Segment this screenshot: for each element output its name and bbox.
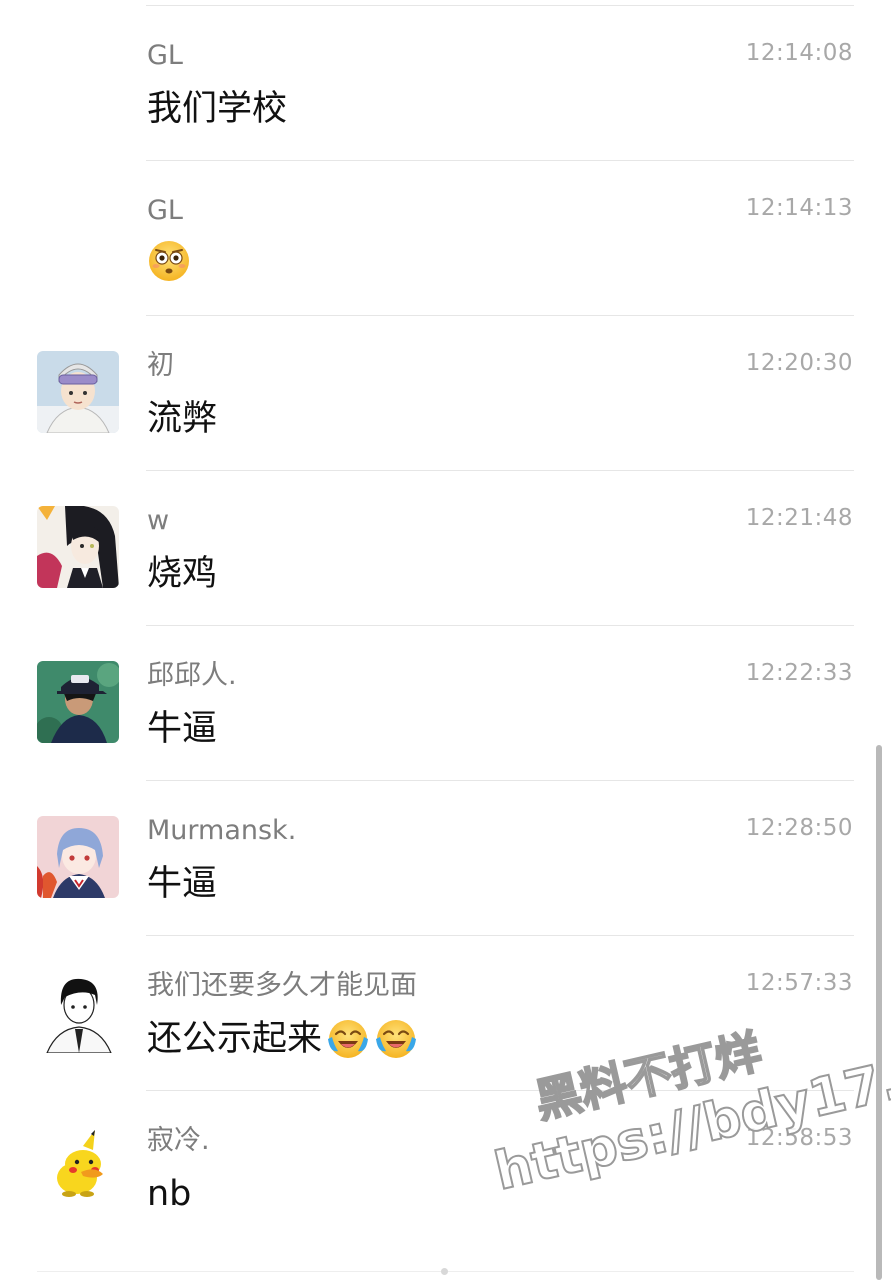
avatar[interactable]: [37, 1126, 119, 1208]
message-time: 12:14:08: [745, 40, 853, 66]
message-row[interactable]: 我们还要多久才能见面 12:57:33 还公示起来: [0, 936, 891, 1091]
avatar[interactable]: [37, 971, 119, 1053]
message-row[interactable]: w 12:21:48 烧鸡: [0, 471, 891, 626]
message-row[interactable]: 寂冷. 12:58:53 nb: [0, 1091, 891, 1246]
sender-name[interactable]: 邱邱人.: [147, 659, 237, 693]
message-text: 牛逼: [147, 864, 218, 904]
message-time: 12:14:13: [745, 195, 853, 221]
sender-name[interactable]: 初: [147, 349, 174, 383]
sender-name[interactable]: w: [147, 504, 169, 538]
scrollbar[interactable]: [876, 745, 882, 1280]
message-row[interactable]: 邱邱人. 12:22:33 牛逼: [0, 626, 891, 781]
message-text: 还公示起来: [147, 1019, 323, 1059]
sender-name[interactable]: GL: [147, 194, 183, 228]
avatar[interactable]: [37, 661, 119, 743]
message-text: 烧鸡: [147, 554, 218, 594]
message-row[interactable]: GL 12:14:13: [0, 161, 891, 316]
message-content: 还公示起来: [147, 1014, 418, 1064]
message-text: 流弊: [147, 399, 218, 439]
message-time: 12:28:50: [745, 815, 853, 841]
message-row[interactable]: GL 12:14:08 我们学校: [0, 6, 891, 161]
sender-name[interactable]: GL: [147, 39, 183, 73]
message-time: 12:21:48: [745, 505, 853, 531]
message-row[interactable]: 初 12:20:30 流弊: [0, 316, 891, 471]
message-time: 12:57:33: [745, 970, 853, 996]
message-time: 12:58:53: [745, 1125, 853, 1151]
message-text: nb: [147, 1174, 192, 1214]
sender-name[interactable]: Murmansk.: [147, 814, 296, 848]
message-row[interactable]: Murmansk. 12:28:50 牛逼: [0, 781, 891, 936]
page-indicator-dot: [441, 1268, 448, 1275]
laughing-crying-face-emoji: [374, 1017, 418, 1061]
avatar[interactable]: [37, 351, 119, 433]
message-time: 12:22:33: [745, 660, 853, 686]
sender-name[interactable]: 我们还要多久才能见面: [147, 969, 417, 1003]
message-text: 我们学校: [147, 89, 288, 129]
flushed-face-emoji: [147, 239, 191, 283]
message-content: [147, 239, 191, 283]
sender-name[interactable]: 寂冷.: [147, 1124, 210, 1158]
laughing-crying-face-emoji: [326, 1017, 370, 1061]
message-time: 12:20:30: [745, 350, 853, 376]
avatar[interactable]: [37, 816, 119, 898]
avatar[interactable]: [37, 506, 119, 588]
message-text: 牛逼: [147, 709, 218, 749]
